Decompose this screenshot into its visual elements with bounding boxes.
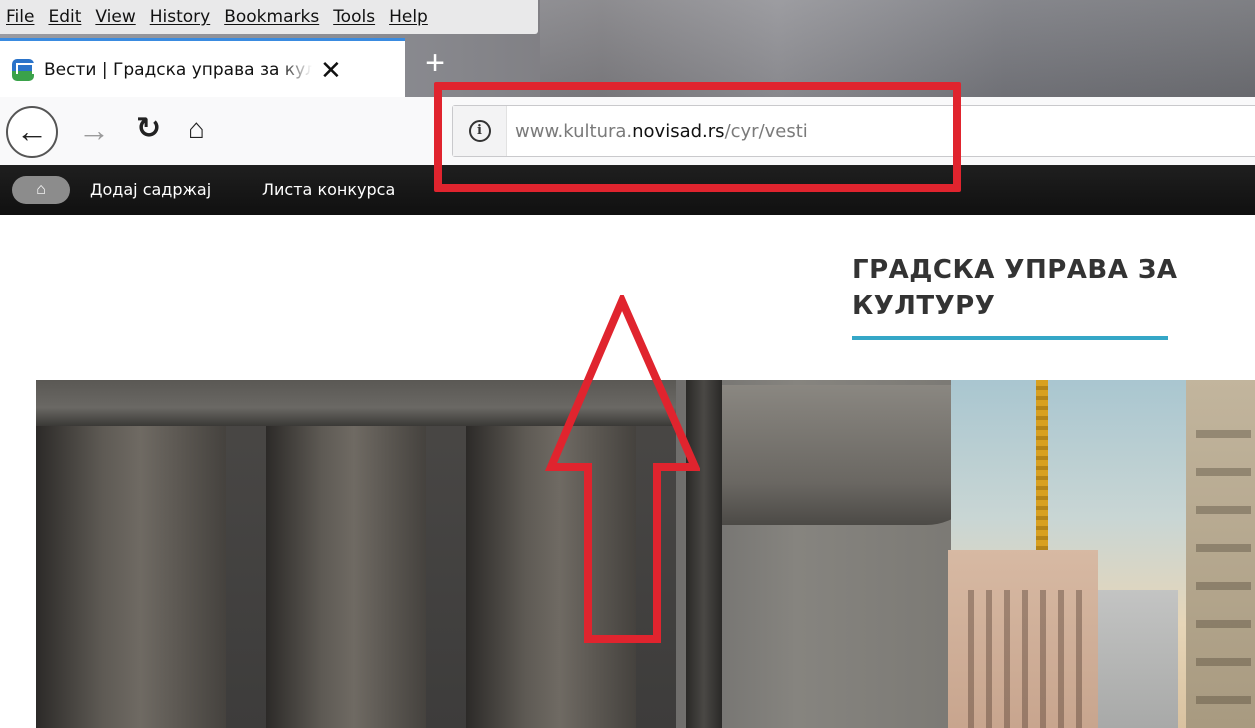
photo-building [1098,590,1178,728]
menu-view[interactable]: View [95,7,135,27]
heading-divider [852,336,1168,340]
annotation-highlight-box [434,82,961,192]
tab-title: Вести | Градска управа за култ [44,59,312,80]
home-icon[interactable]: ⌂ [188,110,205,148]
novi-sad-crest-icon [12,58,34,81]
add-content-link[interactable]: Додај садржај [90,180,211,199]
home-icon[interactable]: ⌂ [12,176,70,204]
reload-icon[interactable]: ↻ [136,110,161,148]
browser-tab-active[interactable]: Вести | Градска управа за култ ✕ [0,38,405,98]
annotation-up-arrow [545,295,700,643]
photo-column [36,380,226,728]
competitions-list-link[interactable]: Листа конкурса [262,180,395,199]
menubar: File Edit View History Bookmarks Tools H… [0,0,538,34]
menu-history[interactable]: History [150,7,210,27]
site-title-line1: ГРАДСКА УПРАВА ЗА [852,255,1178,285]
plus-icon[interactable]: + [418,46,452,80]
menu-tools[interactable]: Tools [333,7,375,27]
menu-file[interactable]: File [6,7,34,27]
menu-edit[interactable]: Edit [48,7,81,27]
back-arrow-icon[interactable]: ← [6,106,58,158]
close-icon[interactable]: ✕ [320,57,342,83]
photo-building [1186,380,1255,728]
photo-column [266,380,426,728]
forward-arrow-icon[interactable]: → [78,112,110,148]
site-title[interactable]: ГРАДСКА УПРАВА ЗА КУЛТУРУ [852,252,1182,324]
photo-awning [696,385,986,525]
photo-building [948,550,1098,728]
menu-bookmarks[interactable]: Bookmarks [224,7,319,27]
menu-help[interactable]: Help [389,7,428,27]
site-title-line2: КУЛТУРУ [852,291,996,321]
